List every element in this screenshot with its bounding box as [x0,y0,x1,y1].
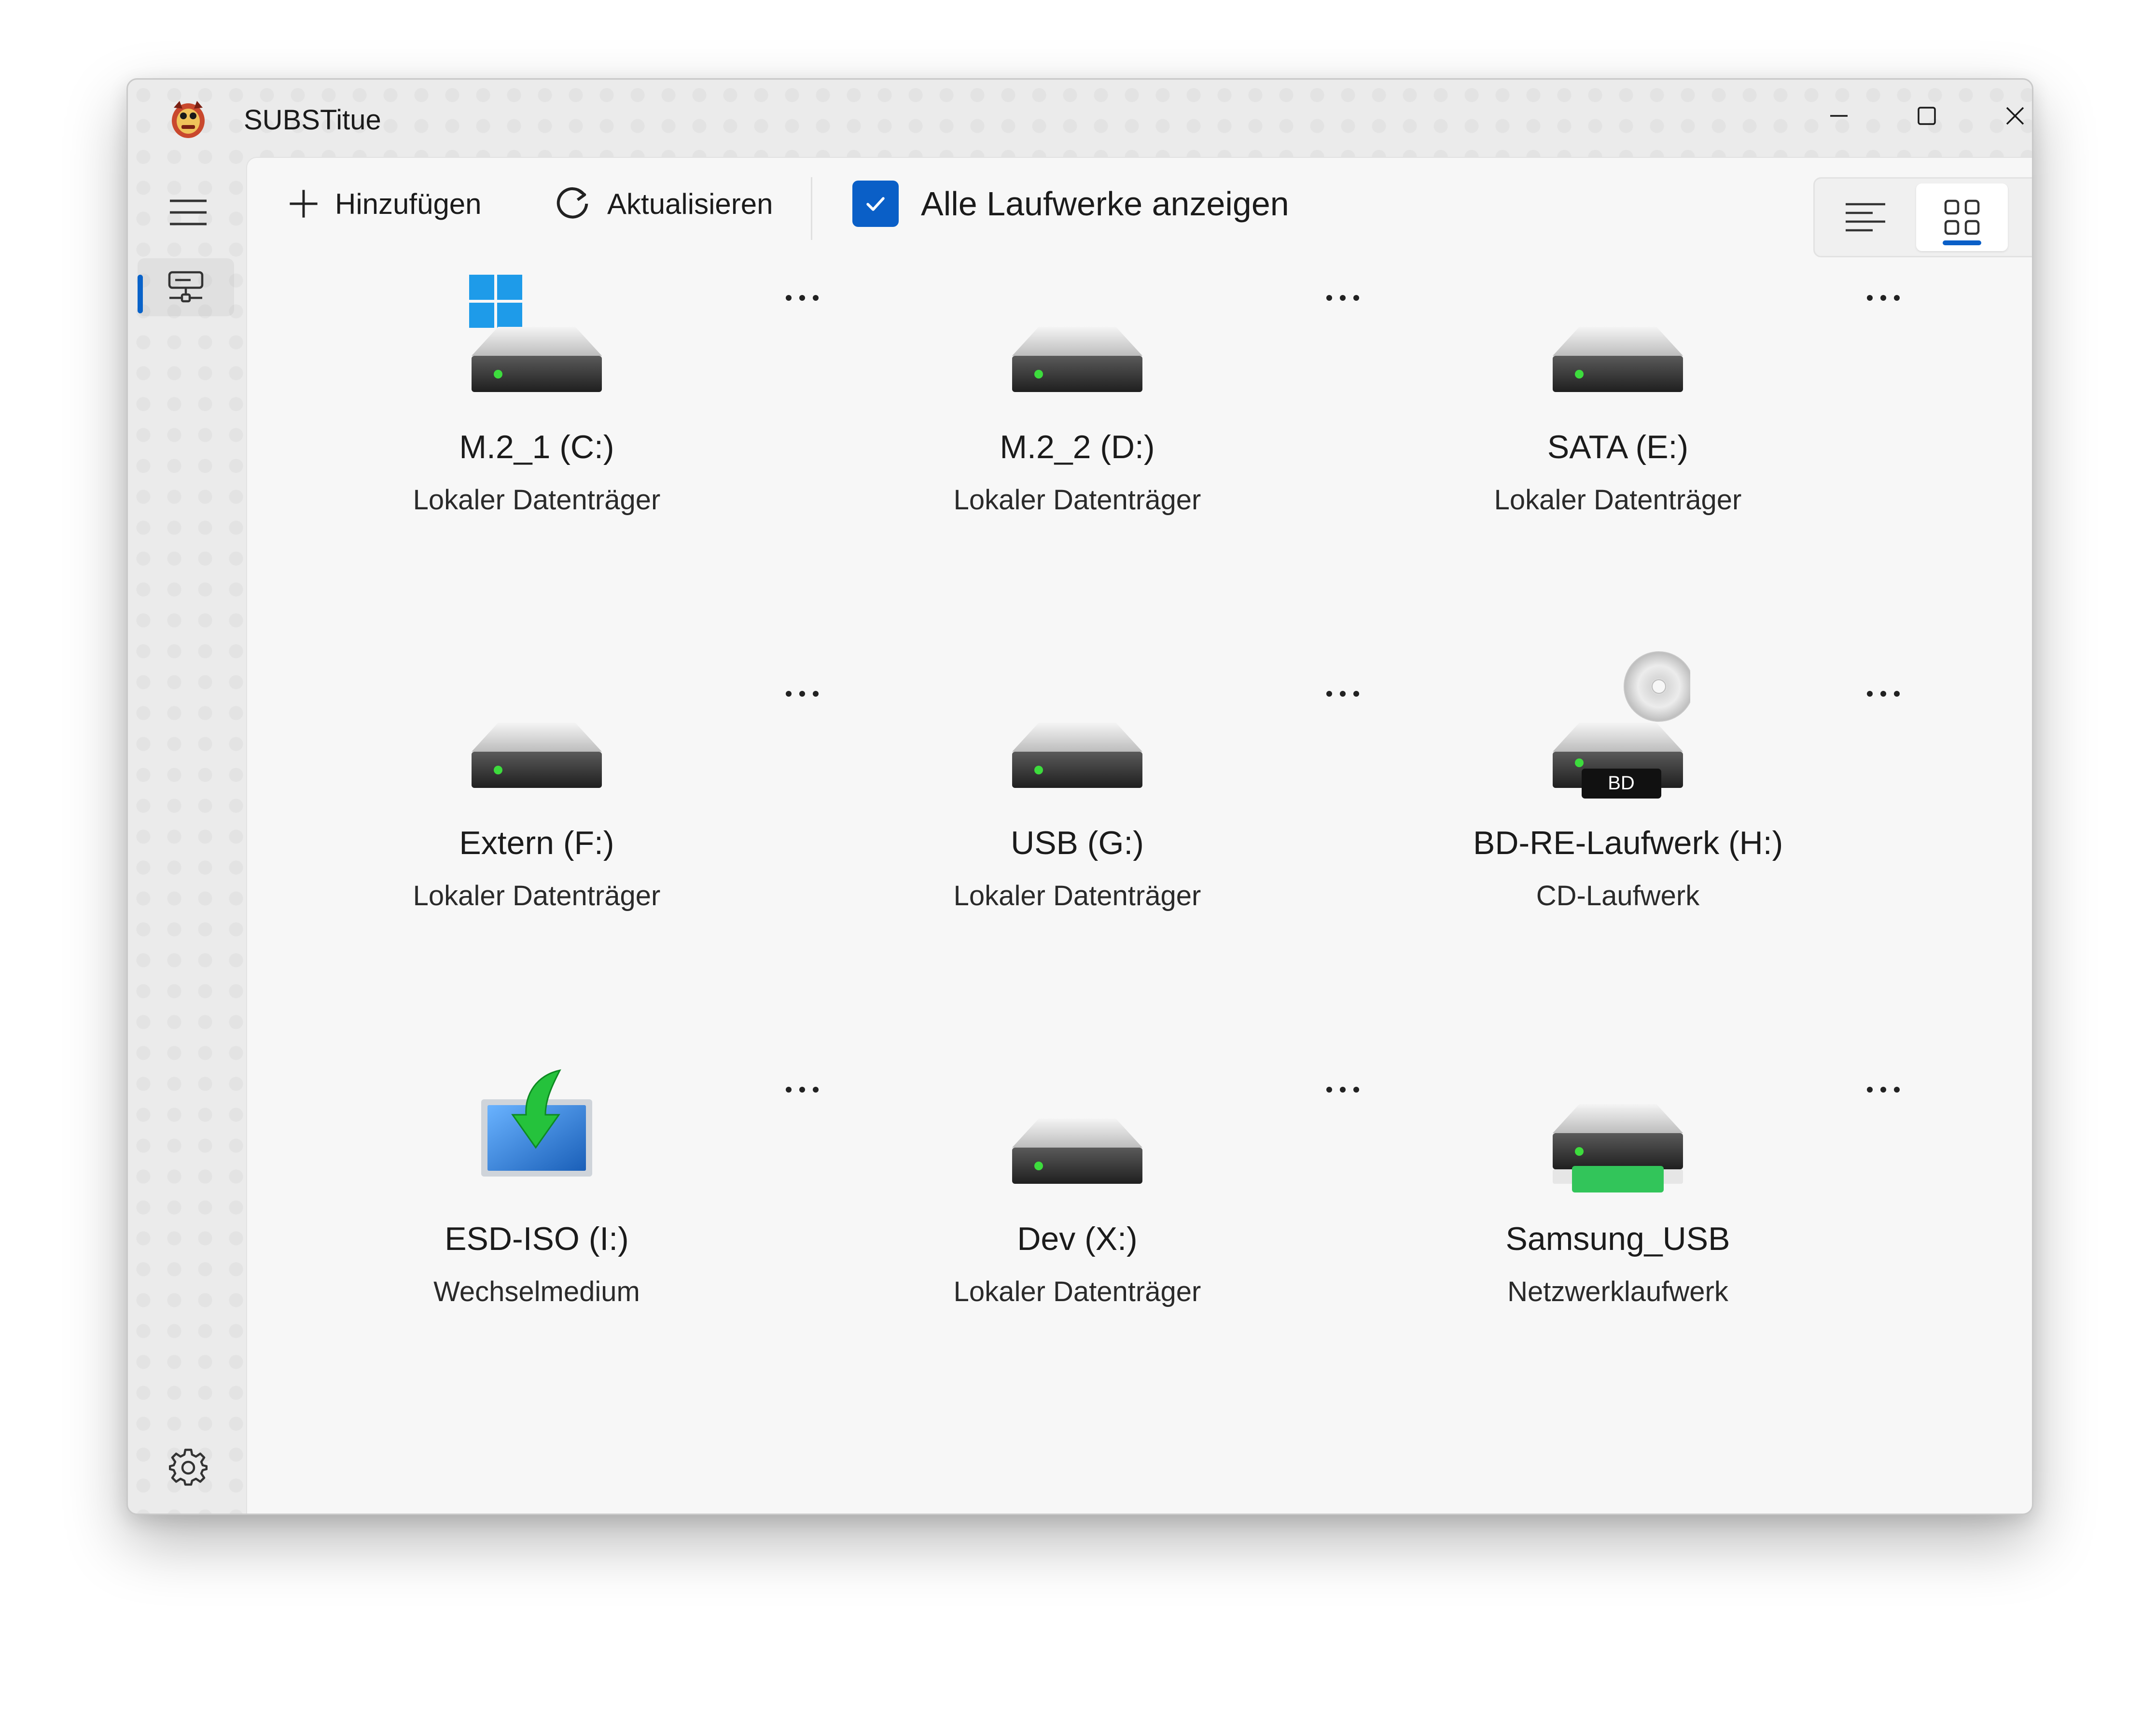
drive-name: M.2_2 (D:) [1000,429,1155,465]
drive-type: Lokaler Datenträger [953,1276,1201,1307]
window-title: SUBSTitue [244,104,381,136]
drive-name: Extern (F:) [459,825,614,861]
drive-name: ESD-ISO (I:) [445,1220,629,1257]
drive-name: M.2_1 (C:) [459,429,614,465]
view-selection-indicator [1943,240,1981,245]
more-dots-icon [786,1087,819,1093]
drive-tile[interactable]: BD BD-RE-Laufwerk (H:) CD-Laufwerk [1473,645,2004,1003]
more-dots-icon [1326,691,1359,697]
drive-type: Lokaler Datenträger [953,484,1201,516]
view-mode-selector [1813,177,2032,257]
plus-icon [290,190,318,218]
drive-tile[interactable]: SATA (E:) Lokaler Datenträger [1473,250,2004,607]
drive-name: SATA (E:) [1547,429,1689,465]
drive-tile[interactable]: Dev (X:) Lokaler Datenträger [932,1041,1463,1399]
drive-tile[interactable]: M.2_1 (C:) Lokaler Datenträger [392,250,923,607]
list-view-icon [1846,203,1885,232]
system-drive-icon [392,250,682,404]
checkbox-checked-icon [852,181,899,227]
command-bar: Hinzufügen Aktualisieren Alle Laufwerke … [247,158,2032,257]
drive-tile[interactable]: Extern (F:) Lokaler Datenträger [392,645,923,1003]
more-dots-icon [1867,1087,1900,1093]
refresh-button[interactable]: Aktualisieren [542,177,785,230]
drive-tile[interactable]: USB (G:) Lokaler Datenträger [932,645,1463,1003]
bd-drive-icon: BD [1473,645,1763,800]
drive-name: BD-RE-Laufwerk (H:) [1473,825,1783,861]
more-options-button[interactable] [1314,279,1372,317]
drive-name: Dev (X:) [1017,1220,1138,1257]
minimize-button[interactable] [1803,89,1875,142]
nav-item-drives[interactable] [138,258,234,316]
tiles-view-icon [1944,199,1980,235]
drive-tile[interactable]: M.2_2 (D:) Lokaler Datenträger [932,250,1463,607]
maximize-icon [1918,107,1936,125]
hard-drive-icon [392,645,682,800]
toolbar-separator [811,177,812,240]
hamburger-icon [170,199,207,225]
bd-badge-label: BD [1608,772,1635,794]
app-logo-icon [164,94,212,142]
drive-tile[interactable]: Samsung_USB Netzwerklaufwerk [1473,1041,2004,1399]
network-drive-icon [1473,1041,1763,1196]
close-button[interactable] [1979,89,2032,142]
drive-type: Lokaler Datenträger [1494,484,1742,516]
more-dots-icon [786,691,819,697]
drive-type: Lokaler Datenträger [953,880,1201,912]
drive-type: Lokaler Datenträger [413,880,661,912]
tiles-view-button[interactable] [1916,183,2008,251]
more-options-button[interactable] [1314,674,1372,713]
navigation-pane [128,157,246,1514]
drive-tile[interactable]: ESD-ISO (I:) Wechselmedium [392,1041,923,1399]
show-all-drives-label: Alle Laufwerke anzeigen [921,185,1289,223]
hard-drive-icon [932,1041,1222,1196]
more-dots-icon [1867,691,1900,697]
more-options-button[interactable] [1314,1070,1372,1109]
close-icon [2006,107,2024,125]
more-dots-icon [786,295,819,301]
refresh-button-label: Aktualisieren [607,187,773,220]
drive-type: Netzwerklaufwerk [1507,1276,1728,1307]
more-dots-icon [1326,295,1359,301]
more-options-button[interactable] [773,1070,831,1109]
drive-name: USB (G:) [1011,825,1144,861]
more-options-button[interactable] [773,674,831,713]
maximize-button[interactable] [1891,89,1963,142]
title-bar[interactable]: SUBSTitue [128,80,2032,157]
app-window: SUBSTitue Hinzufügen Aktualisieren Alle … [126,78,2033,1515]
more-dots-icon [1867,295,1900,301]
more-options-button[interactable] [1854,674,1912,713]
network-drive-nav-icon [168,271,204,303]
more-options-button[interactable] [1854,1070,1912,1109]
drive-tiles-grid: M.2_1 (C:) Lokaler Datenträger M.2_2 (D:… [247,250,2032,1514]
more-options-button[interactable] [1854,279,1912,317]
nav-selection-indicator [138,275,143,313]
hard-drive-icon [932,645,1222,800]
hard-drive-icon [1473,250,1763,404]
more-dots-icon [1326,1087,1359,1093]
hard-drive-icon [932,250,1222,404]
add-button-label: Hinzufügen [335,187,482,220]
drive-type: CD-Laufwerk [1536,880,1700,912]
drive-type: Wechselmedium [433,1276,640,1307]
more-options-button[interactable] [773,279,831,317]
hamburger-menu-button[interactable] [152,186,224,239]
grid-view-button[interactable] [2013,183,2032,251]
show-all-drives-checkbox[interactable]: Alle Laufwerke anzeigen [841,177,1301,230]
drive-name: Samsung_USB [1505,1220,1730,1257]
list-view-button[interactable] [1820,183,1911,251]
minimize-icon [1830,115,1848,117]
gear-icon [169,1448,208,1486]
settings-button[interactable] [152,1441,224,1494]
add-button[interactable]: Hinzufügen [276,177,493,230]
refresh-icon [556,187,588,219]
removable-media-icon [392,1041,682,1196]
drive-type: Lokaler Datenträger [413,484,661,516]
main-content: Hinzufügen Aktualisieren Alle Laufwerke … [246,157,2032,1514]
